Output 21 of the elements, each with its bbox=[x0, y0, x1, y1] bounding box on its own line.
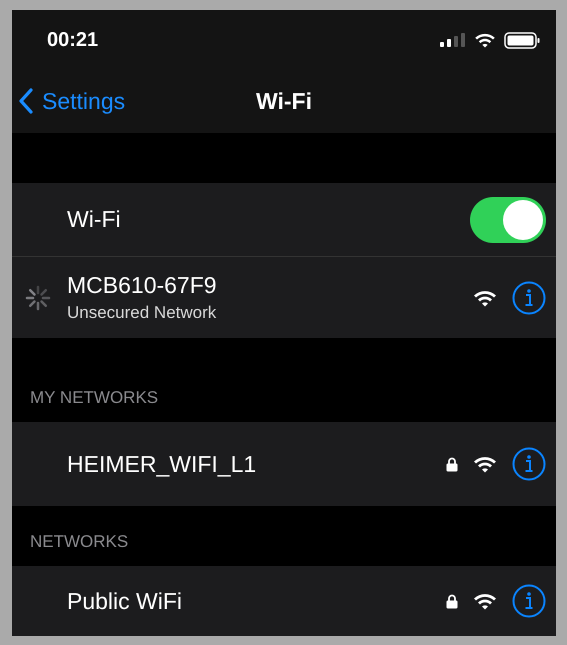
wifi-signal-icon bbox=[473, 592, 497, 610]
cellular-signal-icon bbox=[440, 33, 466, 48]
section-header: MY NETWORKS bbox=[30, 386, 158, 408]
wifi-signal-icon bbox=[473, 288, 497, 306]
back-chevron-icon[interactable] bbox=[18, 86, 34, 115]
section-header: NETWORKS bbox=[30, 530, 128, 552]
wifi-label: Wi-Fi bbox=[67, 205, 121, 234]
back-button[interactable]: Settings bbox=[18, 84, 126, 118]
battery-icon bbox=[504, 32, 540, 49]
network-status: Unsecured Network bbox=[67, 302, 218, 324]
network-row[interactable]: Public WiFi bbox=[12, 566, 556, 636]
network-name[interactable]: MCB610-67F9 bbox=[67, 270, 458, 300]
wifi-status-icon bbox=[474, 32, 496, 48]
status-time: 00:21 bbox=[47, 28, 98, 54]
info-icon[interactable] bbox=[512, 584, 546, 618]
wifi-toggle[interactable] bbox=[470, 196, 546, 242]
info-icon[interactable] bbox=[512, 280, 546, 314]
wifi-signal-icon bbox=[473, 455, 497, 473]
info-icon[interactable] bbox=[512, 447, 546, 481]
network-row[interactable]: HEIMER_WIFI_L1 bbox=[12, 422, 556, 506]
page-title: Wi-Fi bbox=[256, 86, 312, 116]
